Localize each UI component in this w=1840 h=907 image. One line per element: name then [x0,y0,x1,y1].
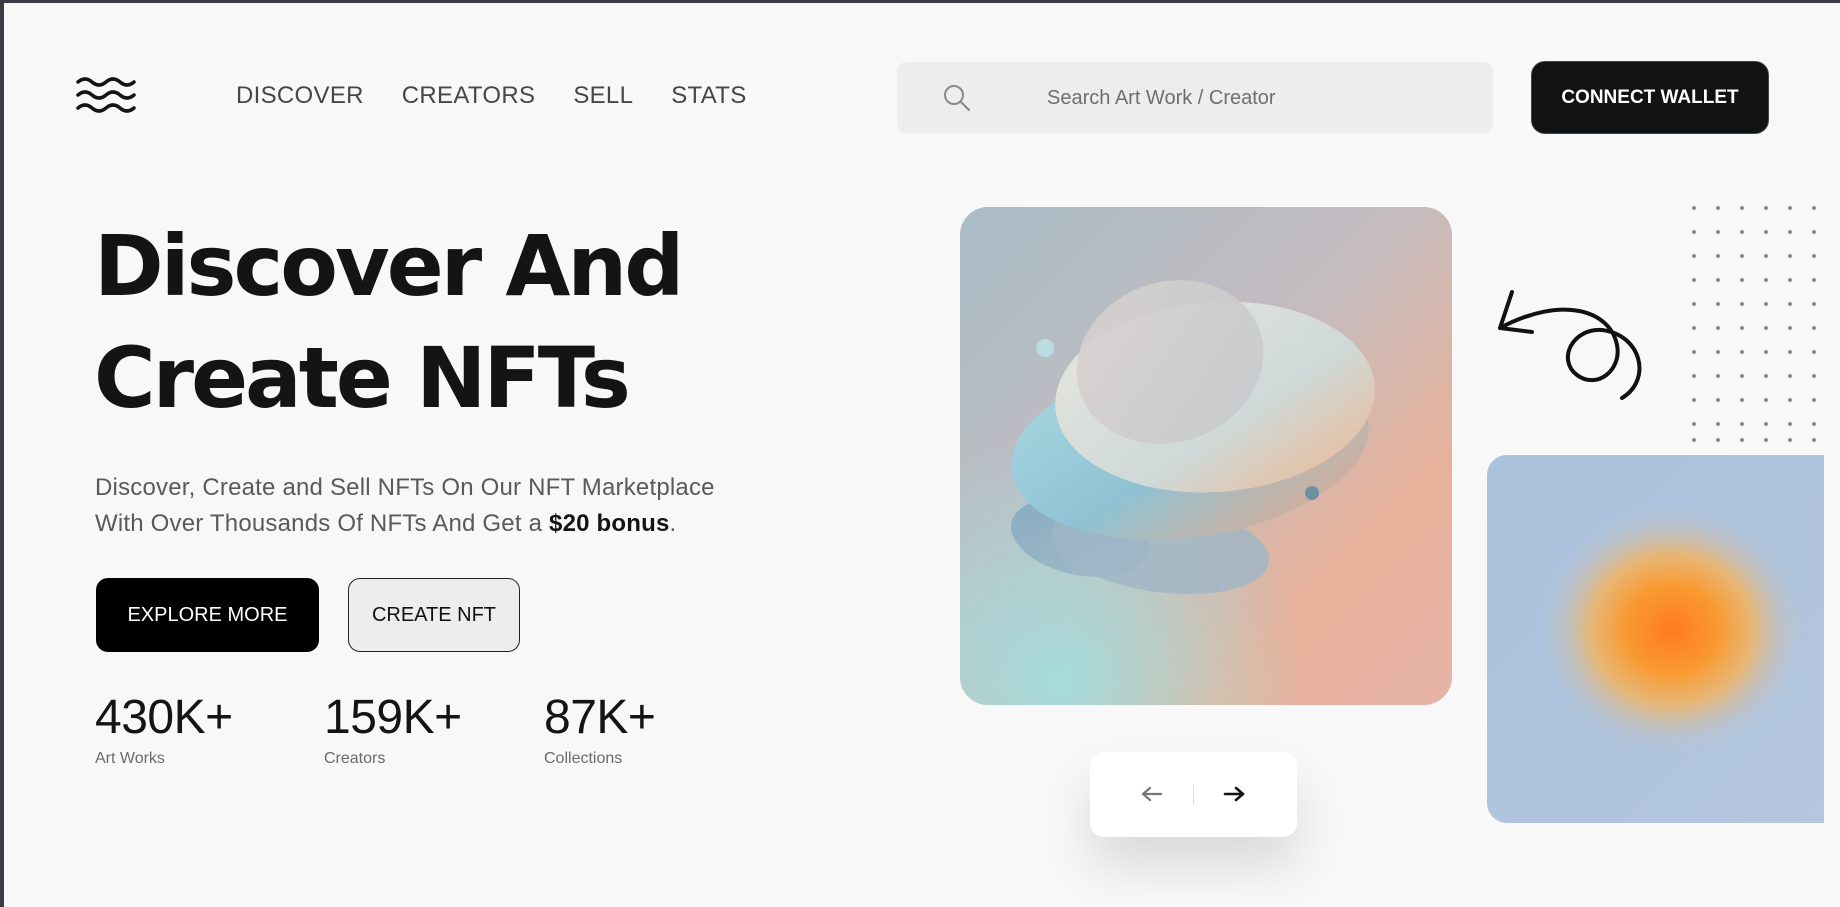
nav-item-creators[interactable]: CREATORS [402,82,536,110]
nav-item-sell[interactable]: SELL [573,82,633,110]
arrow-right-icon[interactable] [1214,774,1254,814]
stat-value: 430K+ [95,691,233,744]
stat-value: 159K+ [324,691,462,744]
carousel-divider [1193,785,1194,805]
secondary-nft-artwork[interactable] [1487,455,1824,823]
hero-title: Discover And Create NFTs [94,210,794,434]
stat-value: 87K+ [544,691,656,744]
waves-logo-icon[interactable] [76,76,136,114]
search-bar[interactable] [897,62,1493,133]
explore-more-button[interactable]: EXPLORE MORE [96,578,319,652]
stat-creators: 159K+ Creators [324,690,462,768]
featured-nft-artwork[interactable] [960,207,1452,705]
arrow-left-icon[interactable] [1132,774,1172,814]
create-nft-button[interactable]: CREATE NFT [348,578,520,652]
nav-item-discover[interactable]: DISCOVER [236,82,364,110]
main-nav: DISCOVER CREATORS SELL STATS [236,82,785,110]
stat-label: Collections [544,750,623,767]
stat-art-works: 430K+ Art Works [95,690,233,768]
window-top-border [0,0,1840,3]
carousel-controls [1090,752,1297,837]
curly-arrow-icon [1498,290,1642,400]
search-input[interactable] [1045,80,1469,116]
connect-wallet-button[interactable]: CONNECT WALLET [1531,61,1769,134]
stat-label: Art Works [95,750,165,767]
gradient-blob-image [1487,455,1824,823]
stat-collections: 87K+ Collections [544,690,656,768]
nft-artwork-image [960,207,1452,705]
bonus-highlight: $20 bonus [549,510,670,537]
nav-item-stats[interactable]: STATS [671,82,746,110]
hero-description: Discover, Create and Sell NFTs On Our NF… [95,470,735,542]
stat-label: Creators [324,750,386,767]
hero-description-end: . [669,510,677,537]
hero-title-line-1: Discover And [94,217,684,315]
hero-title-line-2: Create NFTs [94,329,631,427]
search-icon[interactable] [943,84,971,112]
decorative-dot-grid [1692,206,1816,442]
window-left-border [0,0,4,907]
